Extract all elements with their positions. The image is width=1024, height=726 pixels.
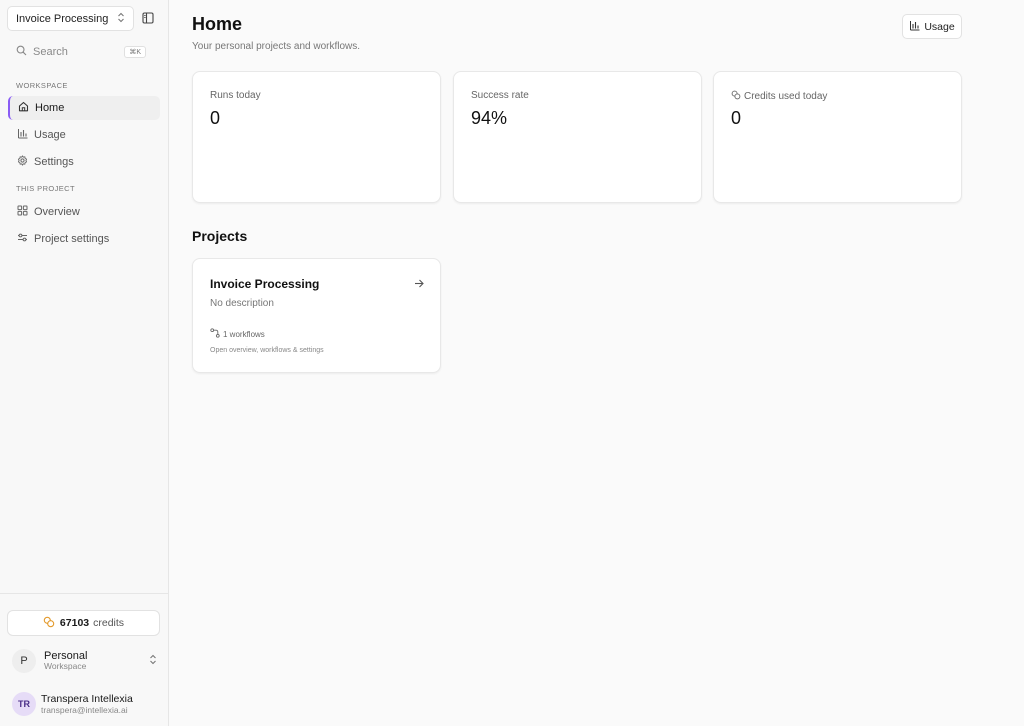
search-label: Search bbox=[33, 46, 68, 58]
stat-value: 0 bbox=[210, 108, 221, 128]
sidebar-toggle-icon[interactable] bbox=[141, 11, 155, 25]
search-shortcut: ⌘K bbox=[124, 46, 146, 58]
sidebar-item-usage[interactable]: Usage bbox=[8, 123, 160, 147]
project-card[interactable]: Invoice Processing No description 1 work… bbox=[192, 258, 441, 373]
sidebar-item-label: Overview bbox=[34, 206, 80, 218]
project-workflows-count: 1 workflows bbox=[223, 329, 265, 339]
stat-label: Success rate bbox=[471, 90, 529, 101]
bar-chart-icon bbox=[909, 20, 924, 34]
gear-icon bbox=[17, 155, 34, 169]
coins-icon bbox=[43, 616, 55, 631]
bar-chart-icon bbox=[17, 128, 34, 142]
main-content: Home Your personal projects and workflow… bbox=[169, 0, 1024, 726]
stat-card-success-rate: Success rate 94% bbox=[453, 71, 702, 203]
sidebar-item-label: Project settings bbox=[34, 233, 110, 245]
grid-icon bbox=[17, 205, 34, 219]
user-menu[interactable]: TR Transpera Intellexia transpera@intell… bbox=[12, 690, 162, 718]
credits-unit: credits bbox=[93, 617, 125, 629]
user-name: Transpera Intellexia bbox=[41, 692, 133, 705]
stat-card-credits-used: Credits used today 0 bbox=[713, 71, 962, 203]
stat-value: 0 bbox=[731, 108, 742, 128]
sidebar-divider bbox=[0, 593, 168, 594]
credits-amount: 67103 bbox=[59, 617, 90, 629]
sidebar-item-label: Usage bbox=[34, 129, 66, 141]
sidebar: Invoice Processing Search ⌘K WORKSPACE H… bbox=[0, 0, 169, 726]
credits-balance[interactable]: 67103 credits bbox=[7, 610, 160, 636]
sidebar-item-home[interactable]: Home bbox=[8, 96, 160, 120]
sidebar-item-label: Home bbox=[35, 102, 65, 114]
stat-card-runs-today: Runs today 0 bbox=[192, 71, 441, 203]
stat-label-row: Credits used today bbox=[731, 90, 827, 103]
search-icon bbox=[16, 45, 33, 59]
arrow-right-icon bbox=[414, 279, 424, 291]
stat-label: Credits used today bbox=[744, 91, 828, 102]
user-email: transpera@intellexia.ai bbox=[41, 705, 128, 716]
search-input[interactable]: Search ⌘K bbox=[8, 42, 154, 62]
sidebar-item-overview[interactable]: Overview bbox=[8, 200, 160, 224]
workspace-avatar: P bbox=[12, 649, 36, 673]
project-hint: Open overview, workflows & settings bbox=[210, 347, 324, 354]
page-title: Home bbox=[192, 14, 243, 34]
stat-label: Runs today bbox=[210, 90, 261, 101]
project-workflows-row: 1 workflows bbox=[210, 328, 265, 340]
workspace-section-label: WORKSPACE bbox=[16, 81, 68, 90]
project-name: Invoice Processing bbox=[210, 277, 320, 291]
projects-title: Projects bbox=[192, 228, 248, 244]
sliders-icon bbox=[17, 232, 34, 246]
usage-button-label: Usage bbox=[924, 20, 955, 33]
stat-value: 94% bbox=[471, 108, 508, 128]
coins-icon bbox=[731, 90, 744, 103]
workspace-switcher[interactable]: P Personal Workspace bbox=[12, 647, 157, 675]
sidebar-item-project-settings[interactable]: Project settings bbox=[8, 227, 160, 251]
sidebar-item-label: Settings bbox=[34, 156, 74, 168]
avatar: TR bbox=[12, 692, 36, 716]
workspace-type: Workspace bbox=[44, 661, 87, 672]
sidebar-item-settings[interactable]: Settings bbox=[8, 150, 160, 174]
page-subtitle: Your personal projects and workflows. bbox=[192, 41, 361, 52]
project-selector[interactable]: Invoice Processing bbox=[7, 6, 134, 31]
project-description: No description bbox=[210, 298, 274, 309]
usage-button[interactable]: Usage bbox=[902, 14, 962, 39]
workflow-icon bbox=[210, 328, 223, 340]
home-icon bbox=[18, 101, 35, 115]
chevron-up-down-icon bbox=[149, 654, 157, 668]
chevron-up-down-icon bbox=[117, 12, 125, 26]
project-section-label: THIS PROJECT bbox=[16, 184, 75, 193]
project-selector-label: Invoice Processing bbox=[16, 12, 109, 25]
